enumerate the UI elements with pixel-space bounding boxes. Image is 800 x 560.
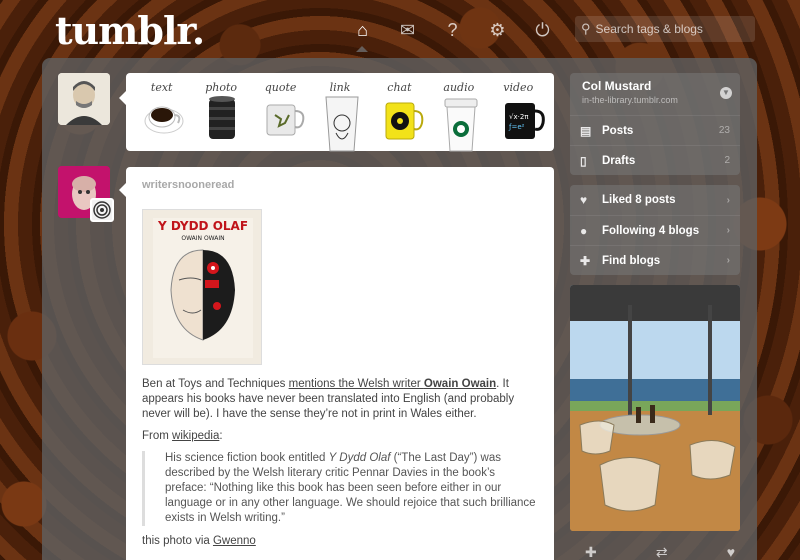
drafts-count: 2	[724, 155, 730, 166]
post-type-chat[interactable]: chat	[370, 73, 429, 151]
blog-url: in-the-library.tumblr.com	[582, 95, 678, 105]
search-icon: ⚲	[581, 21, 591, 36]
sidebar-radar-photo[interactable]	[570, 285, 740, 531]
search-box[interactable]: ⚲	[575, 16, 755, 42]
chevron-right-icon: ›	[726, 194, 730, 206]
wikipedia-link[interactable]: wikipedia	[172, 430, 219, 442]
reblog-avatar[interactable]	[90, 198, 114, 222]
top-bar: tumblr. ⌂ ✉ ? ⚙ ⏻ ⚲	[0, 0, 800, 58]
home-icon[interactable]: ⌂	[340, 16, 385, 52]
drafts-icon: ▯	[580, 153, 587, 168]
post-type-text[interactable]: text	[132, 73, 191, 151]
sidebar-item-posts[interactable]: ▤ Posts 23	[570, 115, 740, 145]
post-type-bar: text photo quote link chat audio video √…	[119, 73, 554, 152]
chat-mug-icon	[385, 102, 423, 140]
quote-mug-icon	[266, 104, 305, 136]
post-paragraph: this photo via Gwenno	[142, 535, 256, 547]
user-avatar[interactable]	[58, 73, 110, 125]
chevron-right-icon: ›	[726, 225, 730, 236]
post-type-link[interactable]: link	[310, 73, 369, 152]
help-icon[interactable]: ?	[430, 16, 475, 44]
sidebar: Col Mustard in-the-library.tumblr.com ▼ …	[570, 73, 740, 531]
text-mug-icon	[144, 106, 184, 134]
post-photo[interactable]: Y DYDD OLAF OWAIN OWAIN	[142, 209, 262, 365]
photo-mug-icon	[209, 96, 236, 139]
audio-mug-icon	[444, 98, 478, 152]
post-type-audio[interactable]: audio	[429, 73, 488, 152]
blog-name: Col Mustard	[582, 79, 652, 93]
heart-icon: ♥	[580, 193, 588, 207]
link-mug-icon	[325, 96, 359, 152]
svg-text:ƒ=e²: ƒ=e²	[508, 123, 525, 131]
like-icon[interactable]: ♥	[727, 544, 735, 560]
reblog-icon[interactable]: ⇄	[656, 544, 668, 560]
posts-count: 23	[718, 125, 730, 136]
activity-menu: ♥ Liked 8 posts › ● Following 4 blogs › …	[570, 185, 740, 275]
mention-link[interactable]: mentions the Welsh writer Owain Owain	[289, 378, 497, 390]
source-link[interactable]: Gwenno	[213, 535, 256, 547]
posts-icon: ▤	[580, 123, 592, 138]
blog-menu: Col Mustard in-the-library.tumblr.com ▼ …	[570, 73, 740, 175]
post-card: writersnooneread Y DYDD OLAF OWAIN OWAIN…	[119, 167, 554, 560]
search-input[interactable]	[595, 22, 746, 36]
post-author[interactable]: writersnooneread	[142, 179, 538, 191]
sidebar-item-find-blogs[interactable]: ✚ Find blogs ›	[570, 245, 740, 275]
add-icon[interactable]: ✚	[585, 544, 597, 560]
chevron-right-icon: ›	[726, 255, 730, 266]
sidebar-item-following[interactable]: ● Following 4 blogs ›	[570, 215, 740, 245]
book-author: OWAIN OWAIN	[181, 235, 224, 242]
post-type-video[interactable]: video √x·2π ƒ=e²	[489, 73, 548, 151]
post-quote: His science fiction book entitled Y Dydd…	[142, 451, 538, 526]
post-body: Ben at Toys and Techniques mentions the …	[142, 377, 538, 549]
tumblr-logo[interactable]: tumblr.	[55, 8, 205, 53]
post-paragraph: Ben at Toys and Techniques mentions the …	[142, 378, 515, 420]
post-type-quote[interactable]: quote	[251, 73, 310, 151]
main-nav: ⌂ ✉ ? ⚙ ⏻	[340, 16, 565, 52]
gear-icon[interactable]: ⚙	[475, 16, 520, 44]
blog-switcher[interactable]: Col Mustard in-the-library.tumblr.com ▼	[570, 73, 740, 115]
person-icon: ●	[580, 223, 588, 238]
post-type-photo[interactable]: photo	[191, 73, 250, 151]
svg-text:√x·2π: √x·2π	[509, 113, 529, 121]
book-title: Y DYDD OLAF	[157, 219, 248, 233]
add-person-icon: ✚	[580, 253, 591, 268]
sidebar-item-liked[interactable]: ♥ Liked 8 posts ›	[570, 185, 740, 215]
mail-icon[interactable]: ✉	[385, 16, 430, 44]
photo-actions: ✚ ⇄ ♥	[585, 544, 735, 560]
chevron-down-icon[interactable]: ▼	[720, 87, 732, 99]
post-paragraph: From wikipedia:	[142, 430, 223, 442]
power-icon[interactable]: ⏻	[520, 16, 565, 44]
video-mug-icon: √x·2π ƒ=e²	[504, 103, 545, 139]
sidebar-item-drafts[interactable]: ▯ Drafts 2	[570, 145, 740, 175]
